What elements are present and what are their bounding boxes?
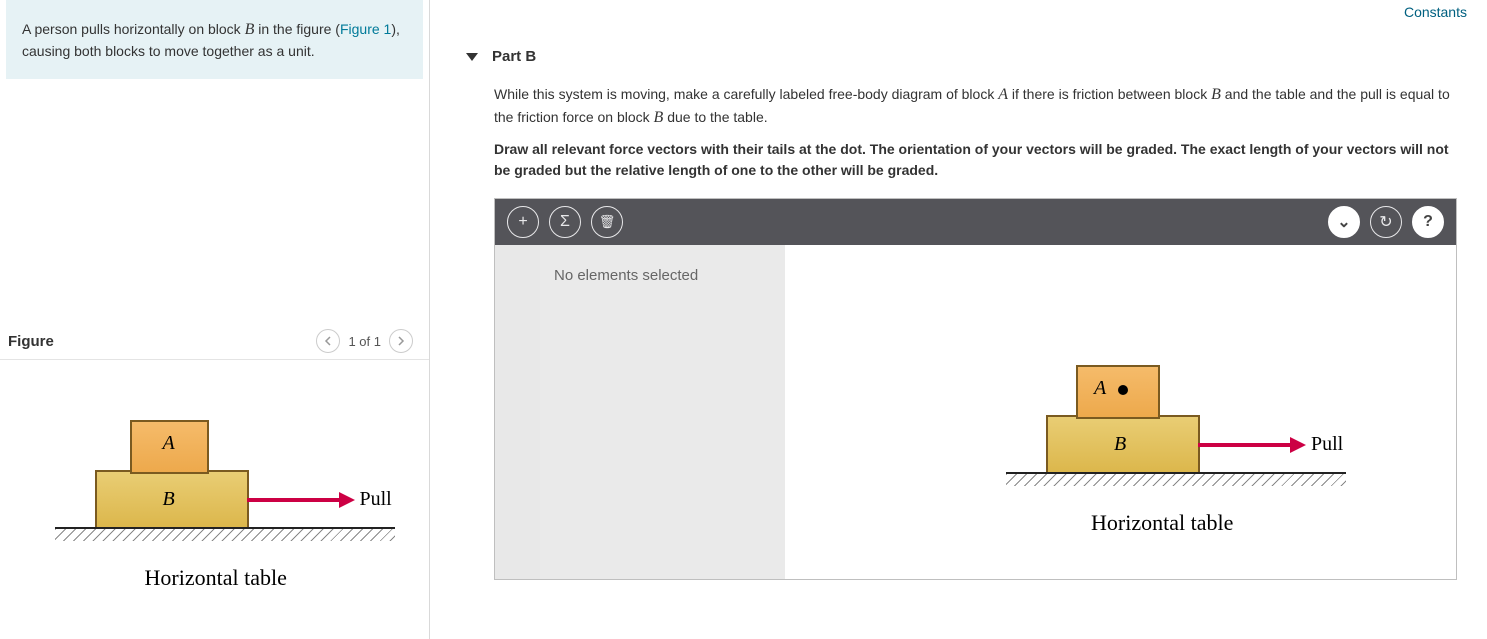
prompt-block: While this system is moving, make a care… [430,83,1484,180]
figure-pager: 1 of 1 [316,329,413,353]
figure-header: Figure 1 of 1 [0,329,429,360]
diagram-table-hatch [55,529,395,541]
canvas-table-label: Horizontal table [1091,510,1233,536]
prompt-text: due to the table. [663,109,767,125]
trash-icon: 🗑 [599,214,616,230]
problem-text-2: in the figure ( [254,21,340,37]
prompt-var-B2: B [654,109,664,126]
problem-text-1: A person pulls horizontally on block [22,21,245,37]
plus-icon: + [518,213,527,231]
chevron-right-icon [397,336,405,346]
left-panel: A person pulls horizontally on block B i… [0,0,430,639]
selection-status: No elements selected [554,267,698,284]
chevron-left-icon [324,336,332,346]
part-title: Part B [492,48,536,65]
add-vector-button[interactable]: + [507,206,539,238]
prompt-text: if there is friction between block [1008,86,1211,102]
canvas-label-A: A [1094,377,1106,400]
diagram-label-A: A [163,432,175,455]
prompt-line-1: While this system is moving, make a care… [494,83,1454,129]
figure-diagram: A B Pull Horizontal table [25,410,405,630]
drawing-body: No elements selected A B [495,245,1456,579]
diagram-pull-arrow-shaft [247,498,342,502]
figure-pager-text: 1 of 1 [348,334,381,349]
diagram-pull-arrow-head [339,492,355,508]
problem-statement: A person pulls horizontally on block B i… [6,0,423,79]
diagram-table-label: Horizontal table [145,565,287,591]
reset-icon: ↻ [1379,212,1392,232]
prompt-text: While this system is moving, make a care… [494,86,998,102]
right-panel: Constants Part B While this system is mo… [430,0,1487,639]
collapse-caret-icon [466,53,478,61]
help-button[interactable]: ? [1412,206,1444,238]
part-header[interactable]: Part B [430,0,1487,83]
figure-title: Figure [8,333,54,350]
sum-button[interactable]: Σ [549,206,581,238]
problem-var-B: B [245,21,255,38]
reset-button[interactable]: ↻ [1370,206,1402,238]
figure-prev-button[interactable] [316,329,340,353]
figure-link[interactable]: Figure 1 [340,21,391,37]
drawing-widget: + Σ 🗑 ⌄ ↻ ? No elements selected [494,198,1457,580]
drawing-canvas[interactable]: A B Pull Horizontal table [785,245,1456,579]
delete-button[interactable]: 🗑 [591,206,623,238]
diagram-pull-label: Pull [360,488,392,511]
diagram-label-B: B [163,488,175,511]
dropdown-button[interactable]: ⌄ [1328,206,1360,238]
canvas-table-hatch [1006,474,1346,486]
prompt-var-A: A [998,86,1008,103]
canvas-pull-label: Pull [1311,433,1343,456]
canvas-label-B: B [1114,433,1126,456]
chevron-down-icon: ⌄ [1337,212,1350,232]
sigma-icon: Σ [560,213,570,231]
selection-panel: No elements selected [540,245,785,579]
canvas-pull-arrow-head [1290,437,1306,453]
prompt-line-2: Draw all relevant force vectors with the… [494,139,1454,180]
help-icon: ? [1423,213,1433,231]
drawing-toolbar: + Σ 🗑 ⌄ ↻ ? [495,199,1456,245]
prompt-var-B: B [1211,86,1221,103]
figure-next-button[interactable] [389,329,413,353]
canvas-dot[interactable] [1118,385,1128,395]
side-palette[interactable] [495,245,540,579]
canvas-pull-arrow-shaft [1198,443,1293,447]
constants-link[interactable]: Constants [1404,4,1467,20]
canvas-diagram: A B Pull Horizontal table [976,355,1396,575]
